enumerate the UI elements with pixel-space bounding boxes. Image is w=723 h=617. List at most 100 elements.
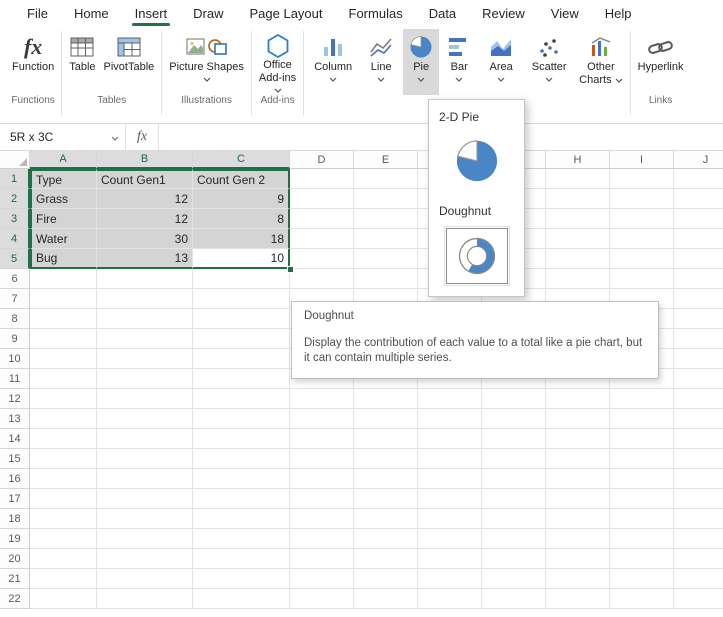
column-header-E[interactable]: E — [354, 151, 418, 169]
cell-J18[interactable] — [674, 509, 723, 529]
cell-J16[interactable] — [674, 469, 723, 489]
cell-G21[interactable] — [482, 569, 546, 589]
cell-C22[interactable] — [193, 589, 290, 609]
cell-B19[interactable] — [97, 529, 193, 549]
cell-J13[interactable] — [674, 409, 723, 429]
cell-C13[interactable] — [193, 409, 290, 429]
cell-B11[interactable] — [97, 369, 193, 389]
cell-A2[interactable]: Grass — [30, 189, 97, 209]
cell-H18[interactable] — [546, 509, 610, 529]
row-header-11[interactable]: 11 — [0, 369, 30, 389]
cell-G22[interactable] — [482, 589, 546, 609]
cell-C11[interactable] — [193, 369, 290, 389]
cell-G13[interactable] — [482, 409, 546, 429]
cell-G16[interactable] — [482, 469, 546, 489]
cell-F16[interactable] — [418, 469, 482, 489]
cell-F14[interactable] — [418, 429, 482, 449]
cell-B4[interactable]: 30 — [97, 229, 193, 249]
cell-D19[interactable] — [290, 529, 354, 549]
cell-J21[interactable] — [674, 569, 723, 589]
cell-B15[interactable] — [97, 449, 193, 469]
cell-A14[interactable] — [30, 429, 97, 449]
cell-G14[interactable] — [482, 429, 546, 449]
cell-F18[interactable] — [418, 509, 482, 529]
cell-A19[interactable] — [30, 529, 97, 549]
row-header-18[interactable]: 18 — [0, 509, 30, 529]
cell-J12[interactable] — [674, 389, 723, 409]
cell-J14[interactable] — [674, 429, 723, 449]
cell-H20[interactable] — [546, 549, 610, 569]
cell-H22[interactable] — [546, 589, 610, 609]
tab-view[interactable]: View — [538, 1, 592, 26]
cell-A13[interactable] — [30, 409, 97, 429]
cell-E20[interactable] — [354, 549, 418, 569]
scatter-chart-button[interactable]: Scatter — [523, 29, 575, 95]
cell-A7[interactable] — [30, 289, 97, 309]
cell-A6[interactable] — [30, 269, 97, 289]
tab-data[interactable]: Data — [416, 1, 469, 26]
cell-C16[interactable] — [193, 469, 290, 489]
tab-draw[interactable]: Draw — [180, 1, 236, 26]
cell-C19[interactable] — [193, 529, 290, 549]
cell-E18[interactable] — [354, 509, 418, 529]
cell-C3[interactable]: 8 — [193, 209, 290, 229]
office-addins-button[interactable]: Office Add-ins — [255, 29, 300, 95]
cell-C18[interactable] — [193, 509, 290, 529]
cell-A10[interactable] — [30, 349, 97, 369]
hyperlink-button[interactable]: Hyperlink — [634, 29, 688, 95]
bar-chart-button[interactable]: Bar — [439, 29, 479, 95]
row-header-15[interactable]: 15 — [0, 449, 30, 469]
cell-B22[interactable] — [97, 589, 193, 609]
cell-J7[interactable] — [674, 289, 723, 309]
cell-B21[interactable] — [97, 569, 193, 589]
cell-E15[interactable] — [354, 449, 418, 469]
row-header-2[interactable]: 2 — [0, 189, 30, 209]
cell-A4[interactable]: Water — [30, 229, 97, 249]
cell-B3[interactable]: 12 — [97, 209, 193, 229]
cell-E17[interactable] — [354, 489, 418, 509]
cell-B16[interactable] — [97, 469, 193, 489]
doughnut-option[interactable] — [446, 228, 508, 284]
cell-F12[interactable] — [418, 389, 482, 409]
cell-F21[interactable] — [418, 569, 482, 589]
row-header-13[interactable]: 13 — [0, 409, 30, 429]
row-header-9[interactable]: 9 — [0, 329, 30, 349]
cell-C20[interactable] — [193, 549, 290, 569]
cell-I12[interactable] — [610, 389, 674, 409]
row-header-17[interactable]: 17 — [0, 489, 30, 509]
cell-I19[interactable] — [610, 529, 674, 549]
row-header-4[interactable]: 4 — [0, 229, 30, 249]
cell-G12[interactable] — [482, 389, 546, 409]
cell-B5[interactable]: 13 — [97, 249, 193, 269]
cell-I16[interactable] — [610, 469, 674, 489]
cell-B20[interactable] — [97, 549, 193, 569]
tab-file[interactable]: File — [14, 1, 61, 26]
cell-B17[interactable] — [97, 489, 193, 509]
cell-C6[interactable] — [193, 269, 290, 289]
tab-help[interactable]: Help — [592, 1, 645, 26]
cell-I5[interactable] — [610, 249, 674, 269]
cell-D15[interactable] — [290, 449, 354, 469]
cell-D4[interactable] — [290, 229, 354, 249]
cell-C10[interactable] — [193, 349, 290, 369]
cell-A5[interactable]: Bug — [30, 249, 97, 269]
cell-G18[interactable] — [482, 509, 546, 529]
cell-E2[interactable] — [354, 189, 418, 209]
cell-I6[interactable] — [610, 269, 674, 289]
cell-B8[interactable] — [97, 309, 193, 329]
cell-J22[interactable] — [674, 589, 723, 609]
area-chart-button[interactable]: Area — [479, 29, 523, 95]
cell-A16[interactable] — [30, 469, 97, 489]
column-header-I[interactable]: I — [610, 151, 674, 169]
selection-fill-handle[interactable] — [287, 266, 294, 273]
row-header-19[interactable]: 19 — [0, 529, 30, 549]
pie-chart-button[interactable]: Pie — [403, 29, 439, 95]
cell-D22[interactable] — [290, 589, 354, 609]
name-box[interactable]: 5R x 3C — [0, 124, 126, 150]
cell-F20[interactable] — [418, 549, 482, 569]
cell-B13[interactable] — [97, 409, 193, 429]
cell-F13[interactable] — [418, 409, 482, 429]
column-header-J[interactable]: J — [674, 151, 723, 169]
column-header-D[interactable]: D — [290, 151, 354, 169]
cell-J11[interactable] — [674, 369, 723, 389]
